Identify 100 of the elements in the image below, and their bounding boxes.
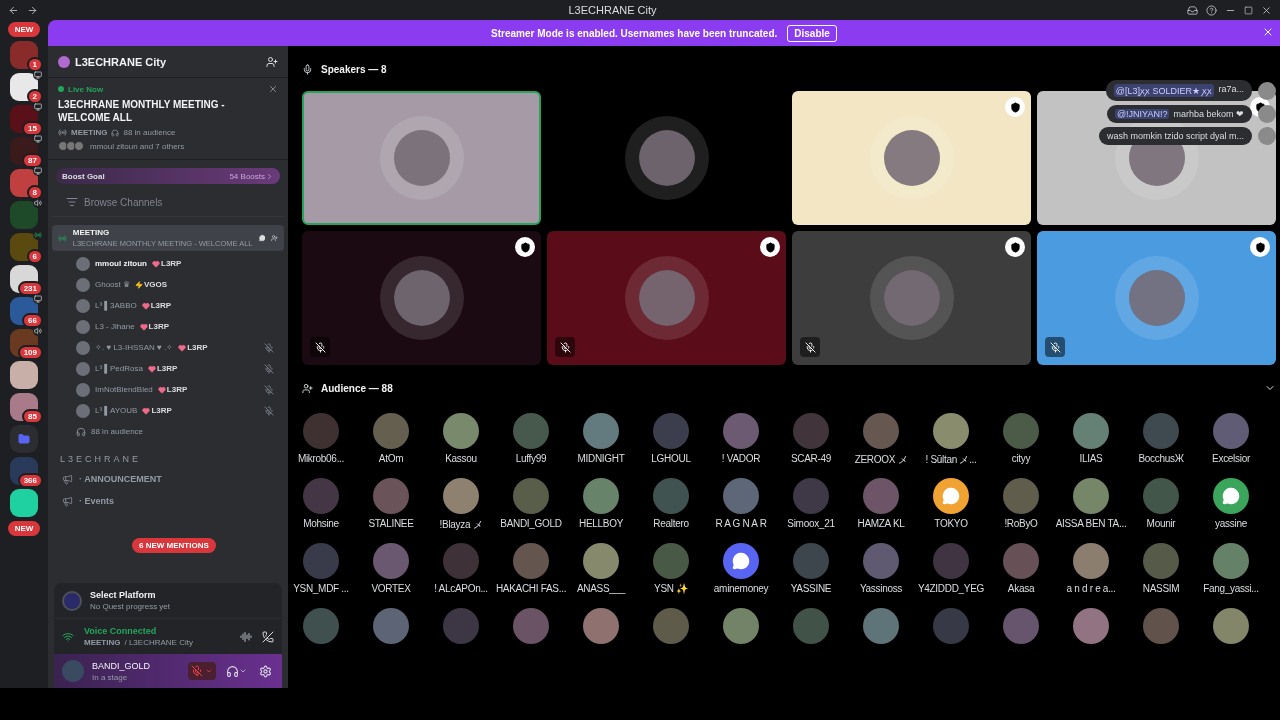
avatar[interactable] [583,413,619,449]
avatar[interactable] [723,413,759,449]
quest-card[interactable]: Select Platform No Quest progress yet [54,583,282,619]
participant-row[interactable]: L³ ▌3ABBO L3RP [48,295,288,316]
avatar[interactable] [373,413,409,449]
new-pill[interactable]: NEW [7,521,41,536]
member-name: ! Sūltan メ... [925,453,977,467]
member-name: !Blayza メ [439,518,483,532]
notification-badge: 2 [26,89,43,104]
avatar[interactable] [933,413,969,449]
invite-icon[interactable] [266,55,278,68]
caret-icon [239,667,247,675]
avatar[interactable] [1003,413,1039,449]
avatar[interactable] [1143,543,1179,579]
category-label[interactable]: L3ECHRANE [48,442,154,468]
avatar[interactable] [1143,478,1179,514]
avatar[interactable] [723,608,759,644]
speaker-tile[interactable] [302,91,541,225]
speaker-tile[interactable] [792,91,1031,225]
server-icon[interactable] [10,489,38,517]
avatar[interactable] [1073,413,1109,449]
server-folder[interactable] [10,425,38,453]
avatar[interactable] [583,478,619,514]
boost-count: 54 Boosts [229,171,265,181]
avatar[interactable] [373,543,409,579]
screen-icon [34,167,42,175]
default-avatar[interactable] [1213,478,1249,514]
member-name: HAMZA KL [857,518,905,529]
participant-row[interactable]: L³ ▌AYOUB L3RP [48,400,288,421]
avatar[interactable] [373,608,409,644]
default-avatar[interactable] [933,478,969,514]
avatar[interactable] [513,543,549,579]
default-avatar[interactable] [723,543,759,579]
participant-row[interactable]: Ghoost ♛ VGOS [48,274,288,295]
disable-button[interactable]: Disable [787,24,837,42]
avatar[interactable] [1213,608,1249,644]
avatar[interactable] [1003,543,1039,579]
speaker-tile[interactable] [792,231,1031,365]
close-icon[interactable] [1262,26,1274,38]
participant-name: ImNotBlendBled [95,385,153,394]
avatar[interactable] [443,413,479,449]
participant-row[interactable]: ✧. ♥ L3-IHSSAN ♥ .✧ L3RP [48,337,288,358]
participant-row[interactable]: L³ ▌PedRosa L3RP [48,358,288,379]
close-icon[interactable] [268,84,278,94]
channel-item[interactable]: · Events [48,490,288,512]
forward-icon[interactable] [27,4,38,16]
speaker-tile[interactable] [547,231,786,365]
settings-icon [259,664,272,678]
soundboard-icon[interactable] [240,630,252,643]
browse-channels-link[interactable]: Browse Channels [84,196,163,208]
avatar[interactable] [863,543,899,579]
avatar[interactable] [1003,608,1039,644]
mentions-pill[interactable]: 6 NEW MENTIONS [132,538,216,553]
headphones-icon [76,426,86,437]
back-icon[interactable] [8,4,19,16]
avatar[interactable] [1003,478,1039,514]
avatar[interactable] [863,413,899,449]
avatar[interactable] [583,543,619,579]
close-icon[interactable] [1261,4,1272,16]
avatar[interactable] [863,478,899,514]
heart-icon [178,343,187,352]
speaker-tile[interactable] [1037,231,1276,365]
avatar[interactable] [1213,543,1249,579]
chat-icon[interactable] [258,233,266,243]
avatar[interactable] [583,608,619,644]
participant-name: L³ ▌PedRosa [95,364,143,373]
avatar [76,403,90,418]
speaker-tile[interactable] [302,231,541,365]
member-name: NASSIM [1142,583,1180,594]
help-icon[interactable] [1206,4,1217,16]
mic-button[interactable] [188,662,216,680]
avatar[interactable] [723,478,759,514]
avatar[interactable] [373,478,409,514]
avatar[interactable] [443,478,479,514]
avatar[interactable] [653,478,689,514]
server-icon[interactable] [10,361,38,389]
avatar[interactable] [1213,413,1249,449]
server-name[interactable]: L3ECHRANE City [75,55,261,68]
avatar[interactable] [513,413,549,449]
maximize-icon[interactable] [1244,5,1253,15]
participant-name: Ghoost ♛ [95,280,130,289]
settings-button[interactable] [257,662,274,680]
avatar[interactable] [1073,608,1109,644]
disconnect-icon[interactable] [262,630,274,643]
avatar[interactable] [793,608,829,644]
new-pill[interactable]: NEW [7,22,41,37]
participant-row[interactable]: ImNotBlendBled L3RP [48,379,288,400]
avatar[interactable] [1073,478,1109,514]
boost-goal-bar[interactable]: Boost Goal 54 Boosts [56,168,280,184]
avatar[interactable] [513,608,549,644]
avatar[interactable] [653,608,689,644]
participant-row[interactable]: mmoul zitoun L3RP [48,253,288,274]
avatar[interactable] [653,543,689,579]
avatar[interactable] [513,478,549,514]
participant-row[interactable]: L3 - Jihane L3RP [48,316,288,337]
inbox-icon[interactable] [1187,4,1198,16]
channel-item[interactable]: · ANNOUNCEMENT [48,468,288,490]
avatar[interactable] [1073,543,1109,579]
avatar[interactable] [1143,608,1179,644]
avatar[interactable] [863,608,899,644]
